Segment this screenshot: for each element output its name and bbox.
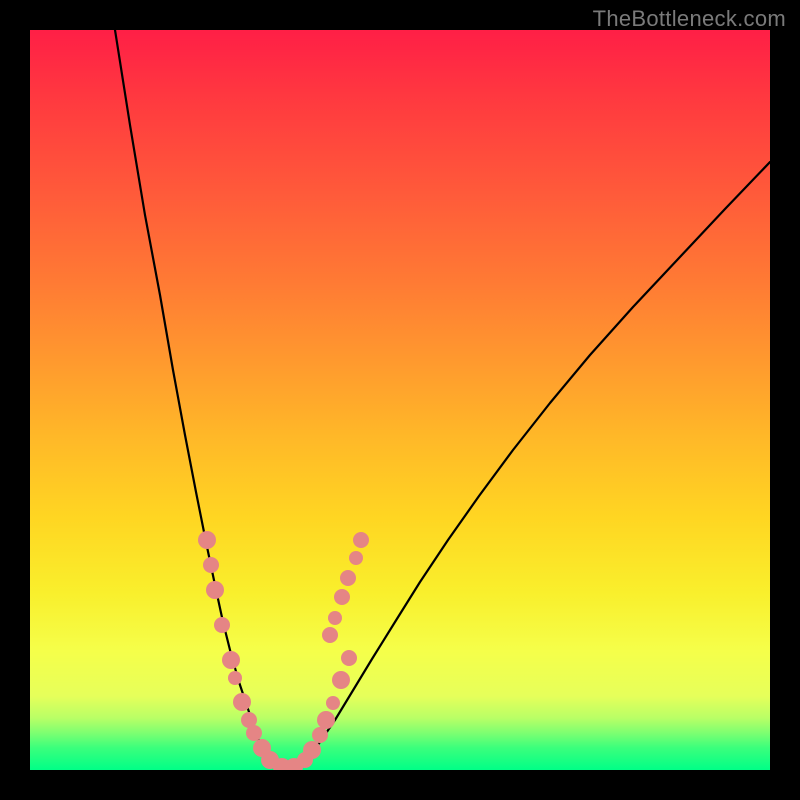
curve-marker [233,693,251,711]
bottleneck-curve [115,30,770,768]
curve-marker [328,611,342,625]
curve-marker [303,741,321,759]
curve-marker [312,727,328,743]
curve-marker [349,551,363,565]
curve-marker [334,589,350,605]
curve-marker [214,617,230,633]
curve-marker [322,627,338,643]
v-curve-path [115,30,770,768]
curve-layer [30,30,770,770]
curve-marker [317,711,335,729]
curve-marker [206,581,224,599]
curve-markers [198,531,369,770]
curve-marker [326,696,340,710]
curve-marker [332,671,350,689]
plot-area [30,30,770,770]
curve-marker [203,557,219,573]
curve-marker [222,651,240,669]
watermark-text: TheBottleneck.com [593,6,786,32]
curve-marker [353,532,369,548]
curve-marker [246,725,262,741]
curve-marker [340,570,356,586]
curve-marker [341,650,357,666]
curve-marker [198,531,216,549]
chart-frame: TheBottleneck.com [0,0,800,800]
curve-marker [228,671,242,685]
